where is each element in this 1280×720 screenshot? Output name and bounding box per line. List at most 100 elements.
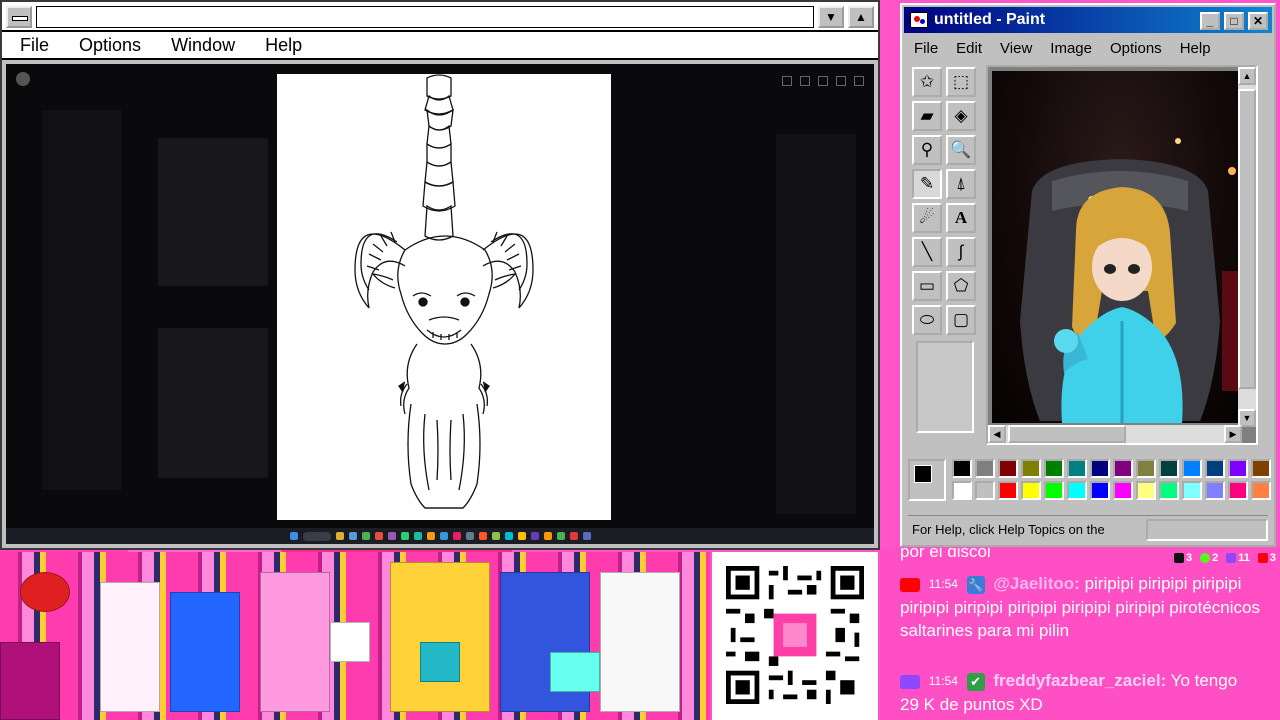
fill-icon[interactable]: ◈ — [946, 101, 976, 131]
color-swatch[interactable] — [1205, 481, 1225, 500]
tool-options-box[interactable] — [916, 341, 974, 433]
color-swatch[interactable] — [952, 481, 972, 500]
app-icon[interactable] — [465, 532, 474, 540]
app-icon[interactable] — [374, 532, 383, 540]
rotate-icon[interactable] — [800, 76, 810, 86]
zoom-icon[interactable] — [782, 76, 792, 86]
color-swatch[interactable] — [1182, 459, 1202, 478]
color-swatch[interactable] — [998, 459, 1018, 478]
color-swatch[interactable] — [1090, 459, 1110, 478]
app-icon[interactable] — [504, 532, 513, 540]
app-icon[interactable] — [452, 532, 461, 540]
pick-color-icon[interactable]: ⚲ — [912, 135, 942, 165]
app-icon[interactable] — [582, 532, 591, 540]
color-swatch[interactable] — [1067, 481, 1087, 500]
curve-icon[interactable]: ∫ — [946, 237, 976, 267]
app-icon[interactable] — [387, 532, 396, 540]
color-swatch[interactable] — [1228, 459, 1248, 478]
pencil-icon[interactable]: ✎ — [912, 169, 942, 199]
start-icon[interactable] — [289, 532, 298, 540]
paint-canvas[interactable]: sparco — [992, 71, 1248, 423]
brush-icon[interactable]: ⍋ — [946, 169, 976, 199]
color-swatch[interactable] — [1044, 481, 1064, 500]
color-swatch[interactable] — [952, 459, 972, 478]
menu-window[interactable]: Window — [155, 35, 249, 56]
airbrush-icon[interactable]: ☄ — [912, 203, 942, 233]
scroll-up-button[interactable]: ▲ — [1238, 67, 1256, 85]
app-icon[interactable] — [478, 532, 487, 540]
color-swatch[interactable] — [1159, 459, 1179, 478]
color-swatch[interactable] — [1044, 459, 1064, 478]
paint-app-icon[interactable] — [910, 12, 928, 28]
qr-code[interactable] — [712, 552, 878, 720]
color-swatch[interactable] — [1251, 481, 1271, 500]
scroll-thumb[interactable] — [1008, 425, 1126, 443]
app-icon[interactable] — [361, 532, 370, 540]
eraser-icon[interactable]: ▰ — [912, 101, 942, 131]
paint-menu-view[interactable]: View — [990, 40, 1040, 57]
polygon-icon[interactable]: ⬠ — [946, 271, 976, 301]
app-icon[interactable] — [543, 532, 552, 540]
minimize-button[interactable]: ▼ — [818, 6, 844, 28]
scroll-right-button[interactable]: ▶ — [1224, 425, 1242, 443]
maximize-button[interactable]: ▲ — [848, 6, 874, 28]
paint-maximize-button[interactable]: □ — [1224, 12, 1244, 30]
paint-menu-options[interactable]: Options — [1100, 40, 1170, 57]
color-swatch[interactable] — [975, 481, 995, 500]
color-swatch[interactable] — [1228, 481, 1248, 500]
color-swatch[interactable] — [1021, 459, 1041, 478]
color-swatch[interactable] — [975, 459, 995, 478]
app-icon[interactable] — [556, 532, 565, 540]
chat-username[interactable]: @Jaelitoo: — [993, 574, 1079, 593]
color-swatch[interactable] — [998, 481, 1018, 500]
vertical-scrollbar[interactable]: ▲ ▼ — [1238, 67, 1256, 427]
rectangle-icon[interactable]: ▭ — [912, 271, 942, 301]
color-swatch[interactable] — [1113, 459, 1133, 478]
rounded-rect-icon[interactable]: ▢ — [946, 305, 976, 335]
app-icon[interactable] — [348, 532, 357, 540]
folder-icon[interactable] — [335, 532, 344, 540]
paint-menu-file[interactable]: File — [904, 40, 946, 57]
app-icon[interactable] — [400, 532, 409, 540]
app-icon[interactable] — [413, 532, 422, 540]
open-icon[interactable] — [836, 76, 846, 86]
menu-file[interactable]: File — [2, 35, 63, 56]
close-icon[interactable] — [854, 76, 864, 86]
paint-close-button[interactable]: ✕ — [1248, 12, 1268, 30]
taskbar-search[interactable] — [302, 531, 331, 541]
chat-username[interactable]: freddyfazbear_zaciel: — [993, 671, 1166, 690]
paint-minimize-button[interactable]: _ — [1200, 12, 1220, 30]
magnifier-icon[interactable]: 🔍 — [946, 135, 976, 165]
menu-help[interactable]: Help — [249, 35, 316, 56]
rect-select-icon[interactable]: ⬚ — [946, 67, 976, 97]
app-icon[interactable] — [517, 532, 526, 540]
color-swatch[interactable] — [1182, 481, 1202, 500]
text-icon[interactable]: A — [946, 203, 976, 233]
app-icon[interactable] — [569, 532, 578, 540]
color-swatch[interactable] — [1136, 459, 1156, 478]
paint-menu-image[interactable]: Image — [1040, 40, 1100, 57]
app-icon[interactable] — [439, 532, 448, 540]
color-swatch[interactable] — [1205, 459, 1225, 478]
scroll-thumb[interactable] — [1238, 89, 1256, 389]
paint-menu-help[interactable]: Help — [1170, 40, 1219, 57]
ellipse-icon[interactable]: ⬭ — [912, 305, 942, 335]
color-swatch[interactable] — [1021, 481, 1041, 500]
line-icon[interactable]: ╲ — [912, 237, 942, 267]
menu-options[interactable]: Options — [63, 35, 155, 56]
app-icon[interactable] — [530, 532, 539, 540]
color-swatch[interactable] — [1067, 459, 1087, 478]
color-swatch[interactable] — [1136, 481, 1156, 500]
color-swatch[interactable] — [1159, 481, 1179, 500]
free-select-icon[interactable]: ✩ — [912, 67, 942, 97]
download-icon[interactable] — [818, 76, 828, 86]
scroll-left-button[interactable]: ◀ — [988, 425, 1006, 443]
color-swatch[interactable] — [1113, 481, 1133, 500]
paint-menu-edit[interactable]: Edit — [946, 40, 990, 57]
color-swatch[interactable] — [1251, 459, 1271, 478]
app-icon[interactable] — [426, 532, 435, 540]
horizontal-scrollbar[interactable]: ◀ ▶ — [988, 425, 1242, 443]
system-menu-button[interactable] — [6, 6, 32, 28]
color-swatch[interactable] — [1090, 481, 1110, 500]
app-icon[interactable] — [491, 532, 500, 540]
